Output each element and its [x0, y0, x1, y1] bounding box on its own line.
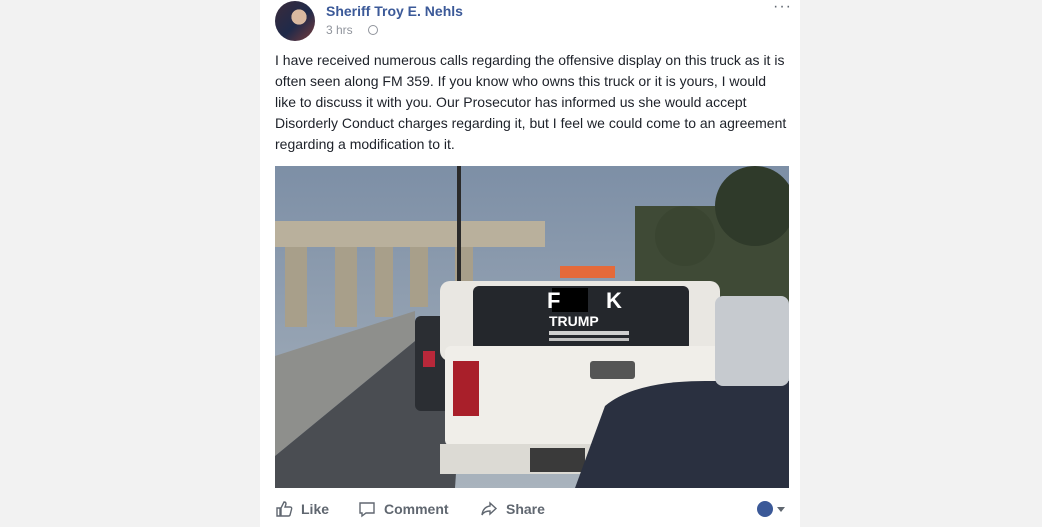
comment-button[interactable]: Comment	[358, 494, 449, 524]
like-button[interactable]: Like	[275, 494, 329, 524]
left-margin	[0, 0, 260, 527]
chevron-down-icon	[777, 506, 785, 512]
post-text: I have received numerous calls regarding…	[275, 52, 787, 152]
comment-label: Comment	[384, 501, 449, 517]
truck-photo-illustration: F K TRUMP	[275, 166, 789, 488]
post-timestamp[interactable]: 3 hrs	[326, 23, 353, 37]
like-label: Like	[301, 501, 330, 517]
author-name[interactable]: Sheriff Troy E. Nehls	[326, 3, 463, 19]
window-text-trump: TRUMP	[549, 313, 599, 329]
like-icon	[276, 501, 293, 517]
author-avatar[interactable]	[275, 1, 315, 41]
post-actions-bar: Like Comment Share	[275, 494, 795, 524]
reaction-selector[interactable]	[757, 501, 785, 517]
window-text-k: K	[606, 288, 622, 313]
reaction-selector-icon	[757, 501, 773, 517]
right-margin	[800, 0, 1042, 527]
share-button[interactable]: Share	[480, 494, 545, 524]
more-options-icon[interactable]: ···	[773, 0, 792, 16]
post-photo[interactable]: F K TRUMP	[275, 166, 789, 488]
comment-icon	[359, 502, 375, 518]
window-text-f: F	[547, 288, 560, 313]
globe-icon	[368, 25, 378, 35]
facebook-post: Sheriff Troy E. Nehls 3 hrs ··· I have r…	[260, 0, 800, 527]
share-label: Share	[506, 501, 545, 517]
share-icon	[481, 501, 498, 516]
